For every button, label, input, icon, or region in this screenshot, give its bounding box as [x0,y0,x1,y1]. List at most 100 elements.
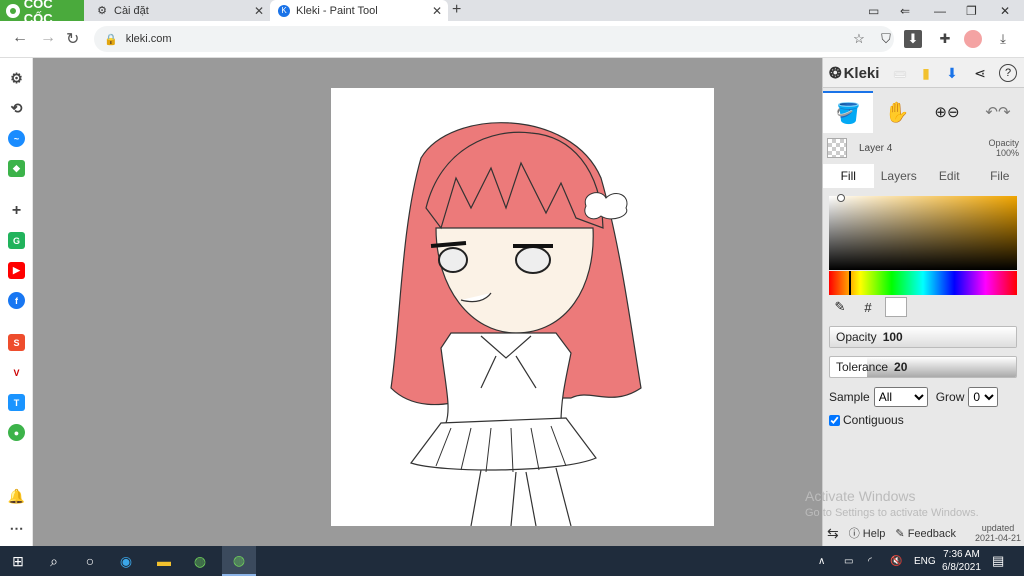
edge-icon[interactable]: ◉ [116,551,136,571]
tab-layers[interactable]: Layers [874,164,925,188]
star-icon[interactable]: ☆ [850,30,868,48]
tolerance-label: Tolerance [836,360,889,374]
new-tab-button[interactable]: + [452,0,461,21]
tiki-icon[interactable]: T [8,394,25,411]
youtube-icon[interactable]: ▶ [8,262,25,279]
browser-logo[interactable]: CỐC CỐC [0,0,84,26]
contiguous-option[interactable]: Contiguous [829,413,904,427]
tolerance-slider[interactable]: Tolerance 20 [829,356,1017,378]
file-explorer-icon[interactable]: ▬ [154,551,174,571]
contiguous-checkbox[interactable] [829,414,840,426]
update-info: updated 2021-04-21 [975,523,1021,543]
help-link[interactable]: ⓘ Help [849,525,886,541]
forward-icon[interactable]: → [40,29,56,47]
drawing-canvas[interactable] [331,88,714,526]
wifi-icon[interactable]: ◜ [868,546,872,576]
close-window-button[interactable]: ✕ [1000,0,1010,21]
search-icon[interactable]: ⌕ [44,551,64,571]
hand-tool-icon[interactable]: ✋ [877,91,917,133]
shield-icon[interactable]: ⛉ [877,30,895,48]
facebook-icon[interactable]: f [8,292,25,309]
sample-label: Sample [829,390,870,404]
download-icon[interactable]: ⤓ [994,30,1012,48]
opacity-label: Opacity [836,330,877,344]
reload-icon[interactable]: ↻ [66,29,79,49]
download-ext-icon[interactable]: ⬇ [904,30,922,48]
tab-fill[interactable]: Fill [823,164,874,188]
coccoc-active-app-icon[interactable]: ◍ [222,546,256,576]
notification-bell-icon[interactable]: 🔔 [8,488,25,505]
puzzle-icon[interactable]: ✚ [936,30,954,48]
lock-icon: 🔒 [104,33,118,46]
tab-edit[interactable]: Edit [924,164,975,188]
windows-start-icon[interactable]: ⊞ [8,551,28,571]
help-icon[interactable]: ? [999,64,1017,82]
language-indicator[interactable]: ENG [914,546,936,576]
close-tab-icon[interactable]: ✕ [432,4,442,18]
feedback-link[interactable]: ✎ Feedback [895,527,956,540]
kleki-logo[interactable]: ❂ Kleki [829,64,879,83]
tab-settings[interactable]: ⚙ Cài đặt ✕ [88,0,270,21]
tray-chevron-icon[interactable]: ∧ [818,546,825,576]
url-field[interactable]: 🔒 kleki.com [94,26,894,52]
contiguous-label: Contiguous [843,413,904,427]
action-center-icon[interactable]: ▤ [992,546,1004,576]
more-icon[interactable]: ⋯ [8,520,25,537]
swap-icon[interactable]: ⇆ [827,525,839,542]
back-arrow-icon[interactable]: ⇐ [900,0,910,21]
pip-icon[interactable]: ▭ [868,0,879,21]
share-icon[interactable]: ⋖ [971,64,989,82]
current-color-swatch[interactable] [885,297,907,317]
address-bar: ← → ↻ 🔒 kleki.com ☆ ⛉ ⬇ ✚ ⤓ [0,21,1024,58]
open-folder-icon[interactable]: ▮ [917,64,935,82]
canvas-workspace[interactable] [33,58,822,546]
add-icon[interactable]: + [8,202,25,219]
feedback-text: Feedback [907,527,957,540]
vtv-icon[interactable]: V [8,364,25,381]
clock-date: 6/8/2021 [942,562,981,573]
picker-tools: ✎ # [829,296,1017,318]
grow-select[interactable]: 0 [968,387,999,407]
hue-slider[interactable] [829,271,1017,295]
color-picker-handle[interactable] [837,194,845,202]
maximize-button[interactable]: ❐ [966,0,977,21]
tool-row: 🪣 ✋ ⊕⊖ ↶↷ [823,91,1024,133]
save-download-icon[interactable]: ⬇ [943,64,961,82]
battery-icon[interactable]: ▭ [844,546,853,576]
windows-taskbar: ⊞ ⌕ ○ ◉ ▬ ◍ ◍ ∧ ▭ ◜ 🔇 ENG 7:36 AM 6/8/20… [0,546,1024,576]
shopee-icon[interactable]: S [8,334,25,351]
close-tab-icon[interactable]: ✕ [254,4,264,18]
history-icon[interactable]: ⟲ [8,100,25,117]
clock[interactable]: 7:36 AM 6/8/2021 [942,546,981,576]
cortana-icon[interactable]: ○ [80,551,100,571]
messenger-icon[interactable]: ~ [8,130,25,147]
new-image-icon[interactable]: ▭ [891,64,909,82]
sample-select[interactable]: All [873,387,928,407]
hue-marker[interactable] [849,271,851,295]
kleki-icon: K [278,4,290,17]
undo-redo-icon[interactable]: ↶↷ [975,91,1021,133]
paint-bucket-tool-icon[interactable]: 🪣 [823,91,873,133]
url-text: kleki.com [125,33,172,45]
updated-date: 2021-04-21 [974,533,1021,543]
tab-kleki[interactable]: K Kleki - Paint Tool ✕ [270,0,448,21]
coccoc-app-icon[interactable]: ◍ [190,551,210,571]
game-app-icon[interactable]: ● [8,424,25,441]
minimize-button[interactable]: — [934,0,946,21]
eyedropper-icon[interactable]: ✎ [829,297,851,317]
current-layer[interactable]: Layer 4 Opacity 100% [823,135,1024,161]
hex-input-button[interactable]: # [857,297,879,317]
zoom-icon[interactable]: ⊕⊖ [927,91,967,133]
color-picker-area[interactable] [829,194,1017,270]
back-icon[interactable]: ← [12,29,28,47]
game-icon[interactable]: ◆ [8,160,25,177]
opacity-value: 100 [882,330,903,344]
panel-footer: ⇆ ⓘ Help ✎ Feedback updated 2021-04-21 [823,520,1024,546]
opacity-slider[interactable]: Opacity 100 [829,326,1017,348]
settings-icon[interactable]: ⚙ [8,70,25,87]
tab-file[interactable]: File [975,164,1024,188]
avatar[interactable] [964,30,982,48]
grammarly-icon[interactable]: G [8,232,25,249]
volume-icon[interactable]: 🔇 [890,546,902,576]
layer-thumbnail [827,138,847,158]
